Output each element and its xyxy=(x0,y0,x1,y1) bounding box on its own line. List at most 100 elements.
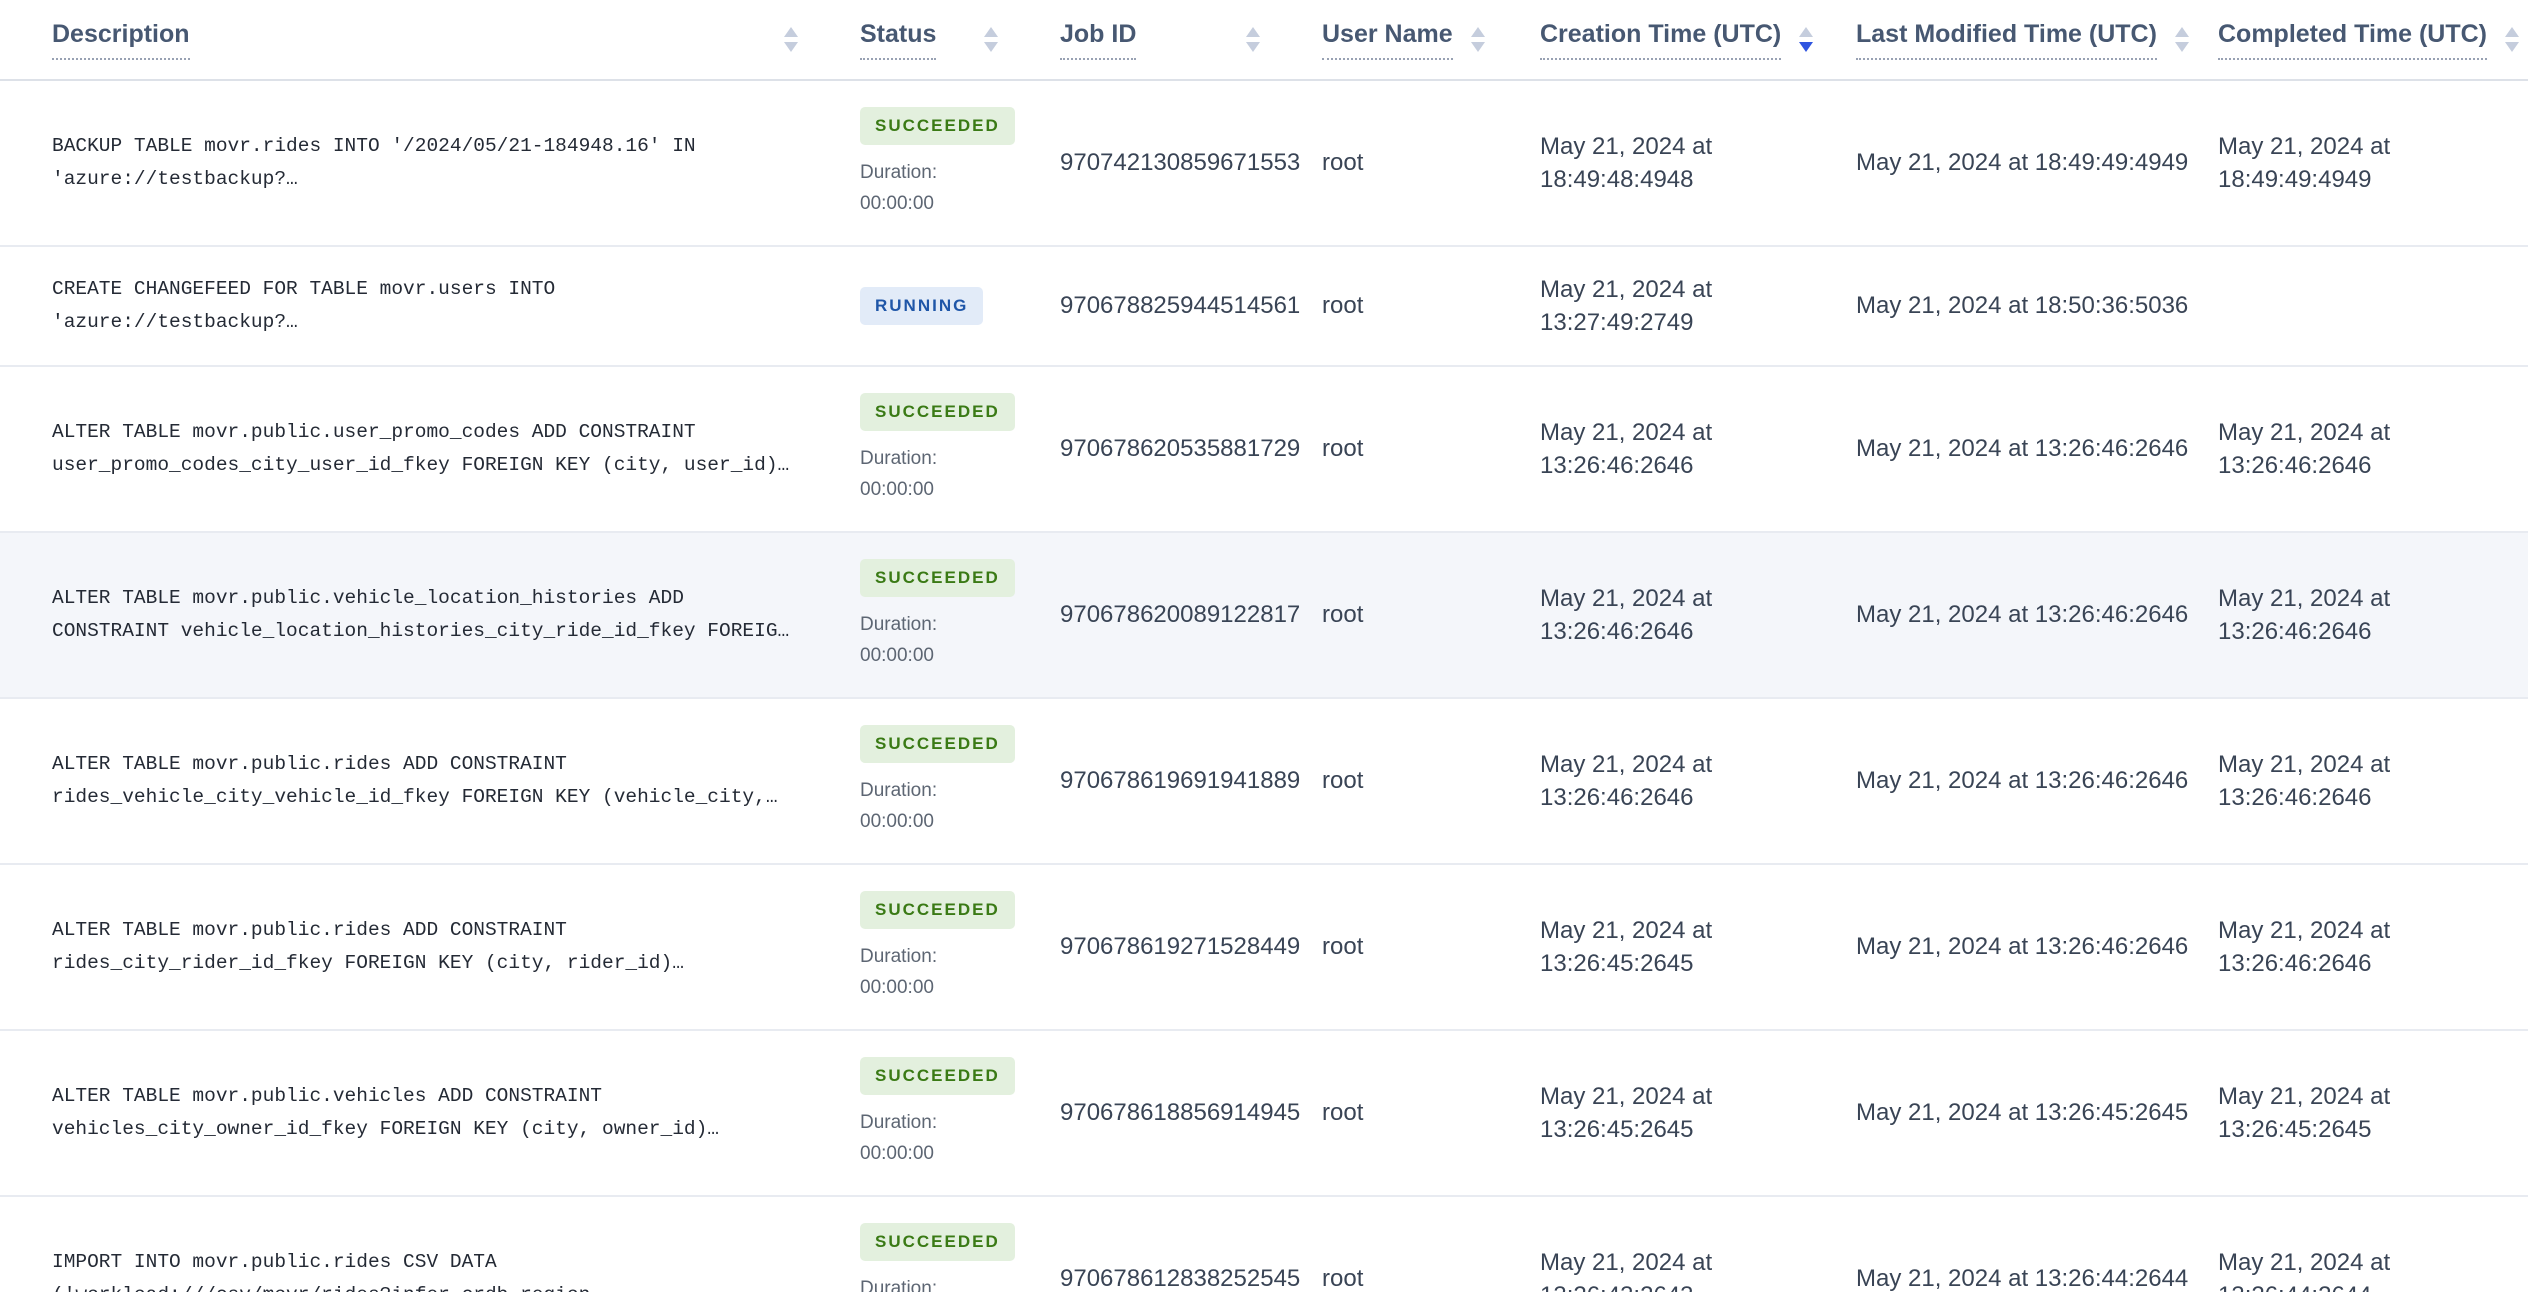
sort-icons[interactable] xyxy=(784,27,798,52)
column-header-label[interactable]: Status xyxy=(860,20,937,60)
creation-time: May 21, 2024 at 13:26:46:2646 xyxy=(1540,585,1713,645)
sort-icons[interactable] xyxy=(2505,27,2519,52)
job-description-link[interactable]: ALTER TABLE movr.public.rides ADD CONSTR… xyxy=(52,914,810,980)
table-row[interactable]: IMPORT INTO movr.public.rides CSV DATA (… xyxy=(0,1196,2528,1292)
sort-icons[interactable] xyxy=(1799,27,1814,52)
column-header-last-modified-time-utc[interactable]: Last Modified Time (UTC) xyxy=(1806,0,2189,81)
column-header-job-id[interactable]: Job ID xyxy=(1010,0,1272,81)
status-badge: RUNNING xyxy=(860,287,984,325)
user-name: root xyxy=(1322,1265,1364,1292)
status-badge: SUCCEEDED xyxy=(860,559,1015,597)
last-modified-time: May 21, 2024 at 18:50:36:5036 xyxy=(1856,292,2189,319)
creation-time: May 21, 2024 at 13:26:43:2643 xyxy=(1540,1249,1713,1292)
sort-asc-icon[interactable] xyxy=(784,27,798,37)
completed-time: May 21, 2024 at 13:26:46:2646 xyxy=(2218,419,2391,479)
job-id: 970678620089122817 xyxy=(1060,601,1301,628)
column-header-completed-time-utc[interactable]: Completed Time (UTC) xyxy=(2168,0,2528,81)
duration-block: Duration: 00:00:00 xyxy=(860,443,1010,505)
user-name: root xyxy=(1322,601,1364,628)
duration-value: 00:00:00 xyxy=(860,645,934,666)
sort-icons[interactable] xyxy=(1246,27,1260,52)
duration-block: Duration: 00:00:00 xyxy=(860,1107,1010,1169)
user-name: root xyxy=(1322,1099,1364,1126)
duration-block: Duration: 00:00:00 xyxy=(860,941,1010,1003)
column-header-status[interactable]: Status xyxy=(810,0,1010,81)
job-description-link[interactable]: ALTER TABLE movr.public.user_promo_codes… xyxy=(52,416,810,482)
sort-asc-icon[interactable] xyxy=(2174,27,2189,37)
column-header-label[interactable]: Job ID xyxy=(1060,20,1137,60)
column-header-label[interactable]: Creation Time (UTC) xyxy=(1540,20,1782,60)
job-id: 970678612838252545 xyxy=(1060,1265,1301,1292)
user-name: root xyxy=(1322,149,1364,176)
last-modified-time: May 21, 2024 at 13:26:46:2646 xyxy=(1856,435,2189,462)
last-modified-time: May 21, 2024 at 13:26:46:2646 xyxy=(1856,601,2189,628)
job-description-link[interactable]: ALTER TABLE movr.public.vehicle_location… xyxy=(52,582,810,648)
sort-desc-icon[interactable] xyxy=(2505,42,2519,52)
status-badge: SUCCEEDED xyxy=(860,725,1015,763)
sort-asc-icon[interactable] xyxy=(2505,27,2519,37)
duration-block: Duration: 00:00:00 xyxy=(860,609,1010,671)
completed-time: May 21, 2024 at 13:26:45:2645 xyxy=(2218,1083,2391,1143)
last-modified-time: May 21, 2024 at 18:49:49:4949 xyxy=(1856,149,2189,176)
duration-label: Duration: xyxy=(860,1278,938,1292)
last-modified-time: May 21, 2024 at 13:26:45:2645 xyxy=(1856,1099,2189,1126)
sort-desc-icon[interactable] xyxy=(784,42,798,52)
job-description-link[interactable]: IMPORT INTO movr.public.rides CSV DATA (… xyxy=(52,1246,810,1292)
creation-time: May 21, 2024 at 13:27:49:2749 xyxy=(1540,276,1713,336)
table-row[interactable]: ALTER TABLE movr.public.rides ADD CONSTR… xyxy=(0,864,2528,1031)
column-header-creation-time-utc[interactable]: Creation Time (UTC) xyxy=(1490,0,1814,81)
sort-icons[interactable] xyxy=(984,27,998,52)
sort-asc-icon[interactable] xyxy=(1470,27,1485,37)
duration-label: Duration: xyxy=(860,162,938,183)
column-header-description[interactable]: Description xyxy=(0,0,810,81)
job-description-link[interactable]: ALTER TABLE movr.public.rides ADD CONSTR… xyxy=(52,748,810,814)
table-row[interactable]: ALTER TABLE movr.public.vehicle_location… xyxy=(0,532,2528,699)
column-header-label[interactable]: Completed Time (UTC) xyxy=(2218,20,2487,60)
sort-asc-icon[interactable] xyxy=(984,27,998,37)
column-header-user-name[interactable]: User Name xyxy=(1272,0,1490,81)
job-description-link[interactable]: CREATE CHANGEFEED FOR TABLE movr.users I… xyxy=(52,273,810,339)
job-id: 970678618856914945 xyxy=(1060,1099,1301,1126)
header-row: Description Status Job ID User Name Crea… xyxy=(0,0,2528,81)
duration-label: Duration: xyxy=(860,946,938,967)
sort-desc-icon[interactable] xyxy=(1799,42,1814,52)
sort-desc-icon[interactable] xyxy=(2174,42,2189,52)
duration-value: 00:00:00 xyxy=(860,977,934,998)
duration-label: Duration: xyxy=(860,614,938,635)
duration-block: Duration: 00:00:00 xyxy=(860,775,1010,837)
duration-label: Duration: xyxy=(860,448,938,469)
job-description-link[interactable]: ALTER TABLE movr.public.vehicles ADD CON… xyxy=(52,1080,810,1146)
job-description-link[interactable]: BACKUP TABLE movr.rides INTO '/2024/05/2… xyxy=(52,130,810,196)
completed-time: May 21, 2024 at 13:26:46:2646 xyxy=(2218,917,2391,977)
job-id: 970678620535881729 xyxy=(1060,435,1301,462)
table-row[interactable]: CREATE CHANGEFEED FOR TABLE movr.users I… xyxy=(0,246,2528,367)
duration-label: Duration: xyxy=(860,1112,938,1133)
sort-desc-icon[interactable] xyxy=(984,42,998,52)
table-row[interactable]: ALTER TABLE movr.public.user_promo_codes… xyxy=(0,366,2528,533)
user-name: root xyxy=(1322,435,1364,462)
column-header-label[interactable]: Last Modified Time (UTC) xyxy=(1856,20,2157,60)
status-badge: SUCCEEDED xyxy=(860,1057,1015,1095)
column-header-label[interactable]: Description xyxy=(52,20,190,60)
creation-time: May 21, 2024 at 13:26:46:2646 xyxy=(1540,419,1713,479)
user-name: root xyxy=(1322,933,1364,960)
duration-value: 00:00:00 xyxy=(860,479,934,500)
table-row[interactable]: ALTER TABLE movr.public.rides ADD CONSTR… xyxy=(0,698,2528,865)
duration-label: Duration: xyxy=(860,780,938,801)
status-badge: SUCCEEDED xyxy=(860,1223,1015,1261)
completed-time: May 21, 2024 at 13:26:46:2646 xyxy=(2218,585,2391,645)
sort-asc-icon[interactable] xyxy=(1246,27,1260,37)
jobs-table-body: BACKUP TABLE movr.rides INTO '/2024/05/2… xyxy=(0,80,2528,1292)
sort-asc-icon[interactable] xyxy=(1799,27,1814,37)
column-header-label[interactable]: User Name xyxy=(1322,20,1453,60)
user-name: root xyxy=(1322,767,1364,794)
sort-icons[interactable] xyxy=(2174,27,2189,52)
sort-desc-icon[interactable] xyxy=(1470,42,1485,52)
sort-icons[interactable] xyxy=(1470,27,1485,52)
sort-desc-icon[interactable] xyxy=(1246,42,1260,52)
completed-time: May 21, 2024 at 13:26:44:2644 xyxy=(2218,1249,2391,1292)
table-row[interactable]: ALTER TABLE movr.public.vehicles ADD CON… xyxy=(0,1030,2528,1197)
table-row[interactable]: BACKUP TABLE movr.rides INTO '/2024/05/2… xyxy=(0,80,2528,247)
job-id: 970678619691941889 xyxy=(1060,767,1301,794)
duration-value: 00:00:00 xyxy=(860,1143,934,1164)
